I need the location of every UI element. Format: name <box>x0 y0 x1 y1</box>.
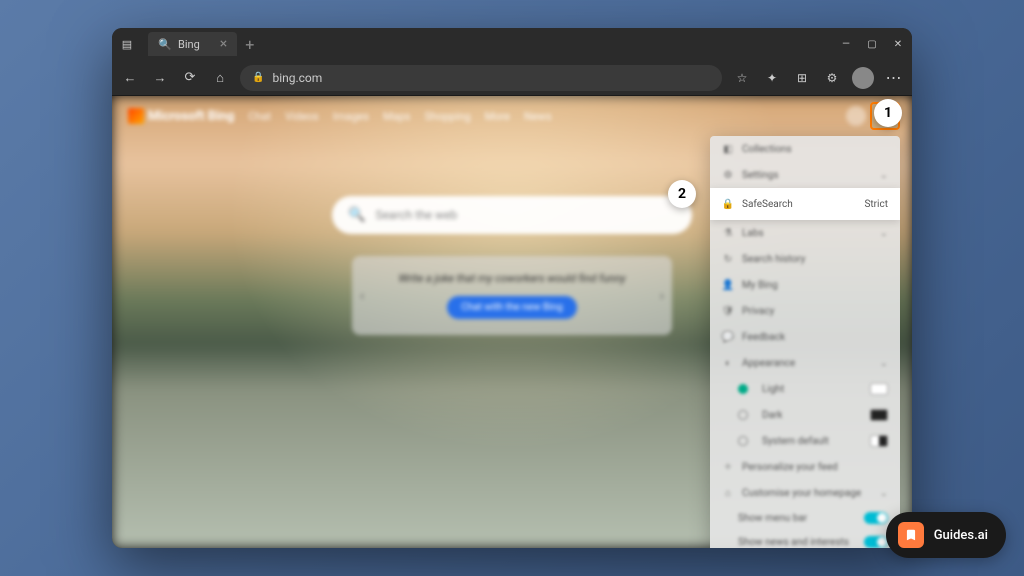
history-icon: ↻ <box>722 253 734 265</box>
nav-images[interactable]: Images <box>333 110 369 123</box>
theme-system-option[interactable]: System default <box>710 428 900 454</box>
lock-icon: 🔒 <box>722 198 734 210</box>
toggle-show-menu[interactable]: Show menu bar <box>710 506 900 530</box>
guides-ai-badge[interactable]: Guides.ai <box>886 512 1006 558</box>
favorites-icon[interactable]: ✦ <box>762 68 782 88</box>
bing-logo-icon <box>128 108 144 124</box>
user-avatar-icon[interactable] <box>846 106 866 126</box>
bing-brand-text: Microsoft Bing <box>148 109 234 124</box>
menu-my-bing[interactable]: 👤 My Bing <box>710 272 900 298</box>
toggle-switch[interactable] <box>864 536 888 548</box>
menu-customize-homepage[interactable]: ⌂ Customise your homepage <box>710 480 900 506</box>
nav-shopping[interactable]: Shopping <box>425 110 471 123</box>
promo-cta-button[interactable]: Chat with the new Bing <box>447 296 577 319</box>
palette-icon: ◐ <box>722 357 734 369</box>
promo-text: Write a joke that my coworkers would fin… <box>368 272 656 285</box>
bing-favicon-icon: 🔍 <box>158 37 172 51</box>
gear-icon: ⚙ <box>722 169 734 181</box>
promo-card: ‹ Write a joke that my coworkers would f… <box>352 256 672 335</box>
menu-settings[interactable]: ⚙ Settings <box>710 162 900 188</box>
home-button[interactable]: ⌂ <box>210 68 230 88</box>
tab-title: Bing <box>178 38 200 51</box>
forward-button[interactable]: → <box>150 68 170 88</box>
profile-avatar[interactable] <box>852 67 874 89</box>
person-icon: 👤 <box>722 279 734 291</box>
nav-videos[interactable]: Videos <box>285 110 319 123</box>
toggle-show-news[interactable]: Show news and interests <box>710 530 900 548</box>
lock-icon: 🔒 <box>252 72 264 83</box>
nav-more[interactable]: More <box>485 110 510 123</box>
search-box[interactable]: 🔍 Search the web <box>332 196 692 234</box>
address-bar: ← → ⟳ ⌂ 🔒 bing.com ☆ ✦ ⊞ ⚙ ⋯ <box>112 60 912 96</box>
promo-prev-icon[interactable]: ‹ <box>360 288 364 304</box>
close-window-button[interactable]: ✕ <box>892 39 904 50</box>
menu-search-history[interactable]: ↻ Search history <box>710 246 900 272</box>
nav-chat[interactable]: Chat <box>248 110 271 123</box>
theme-dark-option[interactable]: Dark <box>710 402 900 428</box>
search-placeholder: Search the web <box>375 208 457 222</box>
search-icon: 🔍 <box>348 207 365 223</box>
bing-logo[interactable]: Microsoft Bing <box>128 108 234 124</box>
url-text: bing.com <box>272 71 322 85</box>
maximize-button[interactable]: ▢ <box>866 39 878 50</box>
safesearch-label: SafeSearch <box>742 199 793 210</box>
menu-collections[interactable]: ◧ Collections <box>710 136 900 162</box>
minimize-button[interactable]: — <box>840 39 852 50</box>
browser-window: ▤ 🔍 Bing × + — ▢ ✕ ← → ⟳ ⌂ 🔒 bing.com ☆ … <box>112 28 912 548</box>
promo-next-icon[interactable]: › <box>660 288 664 304</box>
extensions-icon[interactable]: ⚙ <box>822 68 842 88</box>
chat-icon: 💬 <box>722 331 734 343</box>
browser-tab[interactable]: 🔍 Bing × <box>148 32 237 56</box>
more-menu-button[interactable]: ⋯ <box>884 68 904 88</box>
light-swatch-icon <box>870 383 888 395</box>
callout-badge-2: 2 <box>668 180 696 208</box>
menu-appearance[interactable]: ◐ Appearance <box>710 350 900 376</box>
sparkle-icon: ✧ <box>722 461 734 473</box>
menu-safesearch[interactable]: 🔒 SafeSearch Strict <box>710 188 900 220</box>
shield-icon: 🛡 <box>722 305 734 317</box>
star-icon[interactable]: ☆ <box>732 68 752 88</box>
new-tab-button[interactable]: + <box>245 35 254 54</box>
dark-swatch-icon <box>870 409 888 421</box>
tab-manager-icon[interactable]: ▤ <box>120 37 134 51</box>
tab-close-icon[interactable]: × <box>220 36 227 52</box>
titlebar: ▤ 🔍 Bing × + — ▢ ✕ <box>112 28 912 60</box>
url-field[interactable]: 🔒 bing.com <box>240 65 722 91</box>
radio-icon <box>738 410 748 420</box>
settings-panel: ◧ Collections ⚙ Settings 🔒 SafeSearch St… <box>710 136 900 548</box>
bookmark-icon <box>898 522 924 548</box>
radio-selected-icon <box>738 384 748 394</box>
menu-labs[interactable]: ⚗ Labs <box>710 220 900 246</box>
menu-privacy[interactable]: 🛡 Privacy <box>710 298 900 324</box>
collections-icon[interactable]: ⊞ <box>792 68 812 88</box>
callout-badge-1: 1 <box>874 99 902 127</box>
system-swatch-icon <box>870 435 888 447</box>
back-button[interactable]: ← <box>120 68 140 88</box>
home-icon: ⌂ <box>722 487 734 499</box>
safesearch-value: Strict <box>864 199 888 210</box>
labs-icon: ⚗ <box>722 227 734 239</box>
toggle-switch[interactable] <box>864 512 888 524</box>
menu-feedback[interactable]: 💬 Feedback <box>710 324 900 350</box>
collections-icon: ◧ <box>722 143 734 155</box>
window-controls: — ▢ ✕ <box>840 39 904 50</box>
nav-news[interactable]: News <box>524 110 552 123</box>
page-content: Microsoft Bing Chat Videos Images Maps S… <box>112 96 912 548</box>
bing-nav: Chat Videos Images Maps Shopping More Ne… <box>248 110 551 123</box>
radio-icon <box>738 436 748 446</box>
refresh-button[interactable]: ⟳ <box>180 68 200 88</box>
theme-light-option[interactable]: Light <box>710 376 900 402</box>
nav-maps[interactable]: Maps <box>383 110 410 123</box>
bing-header: Microsoft Bing Chat Videos Images Maps S… <box>112 96 912 136</box>
menu-personalize[interactable]: ✧ Personalize your feed <box>710 454 900 480</box>
guides-label: Guides.ai <box>934 528 988 543</box>
